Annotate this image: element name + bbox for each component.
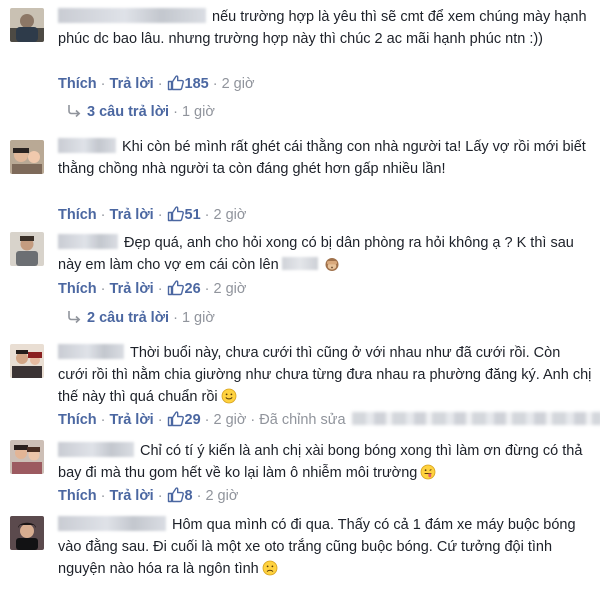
reply-link[interactable]: Trả lời — [110, 488, 154, 504]
timestamp[interactable]: 2 giờ — [214, 281, 247, 297]
like-link[interactable]: Thích — [58, 76, 97, 92]
edited-label[interactable]: Đã chỉnh sửa — [259, 412, 345, 428]
author-name-blurred[interactable] — [58, 344, 124, 359]
author-name-blurred[interactable] — [58, 8, 206, 23]
author-name-blurred[interactable] — [58, 442, 134, 457]
replies-time: 1 giờ — [181, 104, 215, 120]
like-count[interactable]: 26 — [185, 281, 201, 297]
blurred-text — [281, 257, 318, 270]
reply-arrow-icon — [66, 104, 82, 118]
comment-text: nếu trường hợp là yêu thì sẽ cmt để xem … — [58, 8, 587, 47]
frown-emoji-icon — [262, 560, 278, 576]
avatar[interactable] — [10, 440, 44, 474]
comment-text: Đẹp quá, anh cho hỏi xong có bị dân phòn… — [58, 234, 574, 273]
reply-link[interactable]: Trả lời — [110, 412, 154, 428]
comment-text: Hôm qua mình có đi qua. Thấy có cả 1 đám… — [58, 516, 576, 577]
replies-time: 1 giờ — [181, 310, 215, 326]
comment-text: Chỉ có tí ý kiến là anh chị xài bong bón… — [58, 442, 583, 481]
comment-actions: Thích · Trả lời · 51 · 2 giờ — [58, 205, 247, 223]
like-count[interactable]: 185 — [185, 76, 209, 92]
author-name-blurred[interactable] — [58, 138, 116, 153]
reply-link[interactable]: Trả lời — [110, 281, 154, 297]
tongue-out-emoji-icon — [420, 464, 436, 480]
like-count[interactable]: 51 — [185, 207, 201, 223]
avatar[interactable] — [10, 344, 44, 378]
avatar[interactable] — [10, 516, 44, 550]
timestamp[interactable]: 2 giờ — [214, 207, 247, 223]
thumbs-up-icon[interactable] — [167, 410, 184, 427]
comment-actions: Thích · Trả lời · 185 · 2 giờ — [58, 74, 255, 92]
see-no-evil-monkey-icon — [324, 256, 340, 272]
timestamp[interactable]: 2 giờ — [205, 488, 238, 504]
avatar[interactable] — [10, 8, 44, 42]
smile-emoji-icon — [221, 388, 237, 404]
like-count[interactable]: 8 — [185, 488, 193, 504]
comment-actions: Thích · Trả lời · 8 · 2 giờ — [58, 486, 239, 504]
thumbs-up-icon[interactable] — [167, 486, 184, 503]
comment-text: Thời buổi này, chưa cưới thì cũng ở với … — [58, 344, 592, 405]
like-link[interactable]: Thích — [58, 488, 97, 504]
timestamp[interactable]: 2 giờ — [222, 76, 255, 92]
blurred-text — [351, 412, 600, 425]
comment-actions: Thích · Trả lời · 26 · 2 giờ — [58, 279, 247, 297]
like-count[interactable]: 29 — [185, 412, 201, 428]
view-replies-link[interactable]: 2 câu trả lời · 1 giờ — [66, 310, 215, 326]
avatar[interactable] — [10, 232, 44, 266]
view-replies-link[interactable]: 3 câu trả lời · 1 giờ — [66, 104, 215, 120]
reply-arrow-icon — [66, 310, 82, 324]
thumbs-up-icon[interactable] — [167, 205, 184, 222]
author-name-blurred[interactable] — [58, 516, 166, 531]
like-link[interactable]: Thích — [58, 207, 97, 223]
thumbs-up-icon[interactable] — [167, 74, 184, 91]
like-link[interactable]: Thích — [58, 281, 97, 297]
reply-link[interactable]: Trả lời — [110, 76, 154, 92]
thumbs-up-icon[interactable] — [167, 279, 184, 296]
like-link[interactable]: Thích — [58, 412, 97, 428]
timestamp[interactable]: 2 giờ — [214, 412, 247, 428]
author-name-blurred[interactable] — [58, 234, 118, 249]
comment-actions: Thích · Trả lời · 29 · 2 giờ · Đã chỉnh sửa — [58, 410, 600, 428]
comment-text: Khi còn bé mình rất ghét cái thằng con n… — [58, 138, 586, 177]
avatar[interactable] — [10, 140, 44, 174]
reply-link[interactable]: Trả lời — [110, 207, 154, 223]
